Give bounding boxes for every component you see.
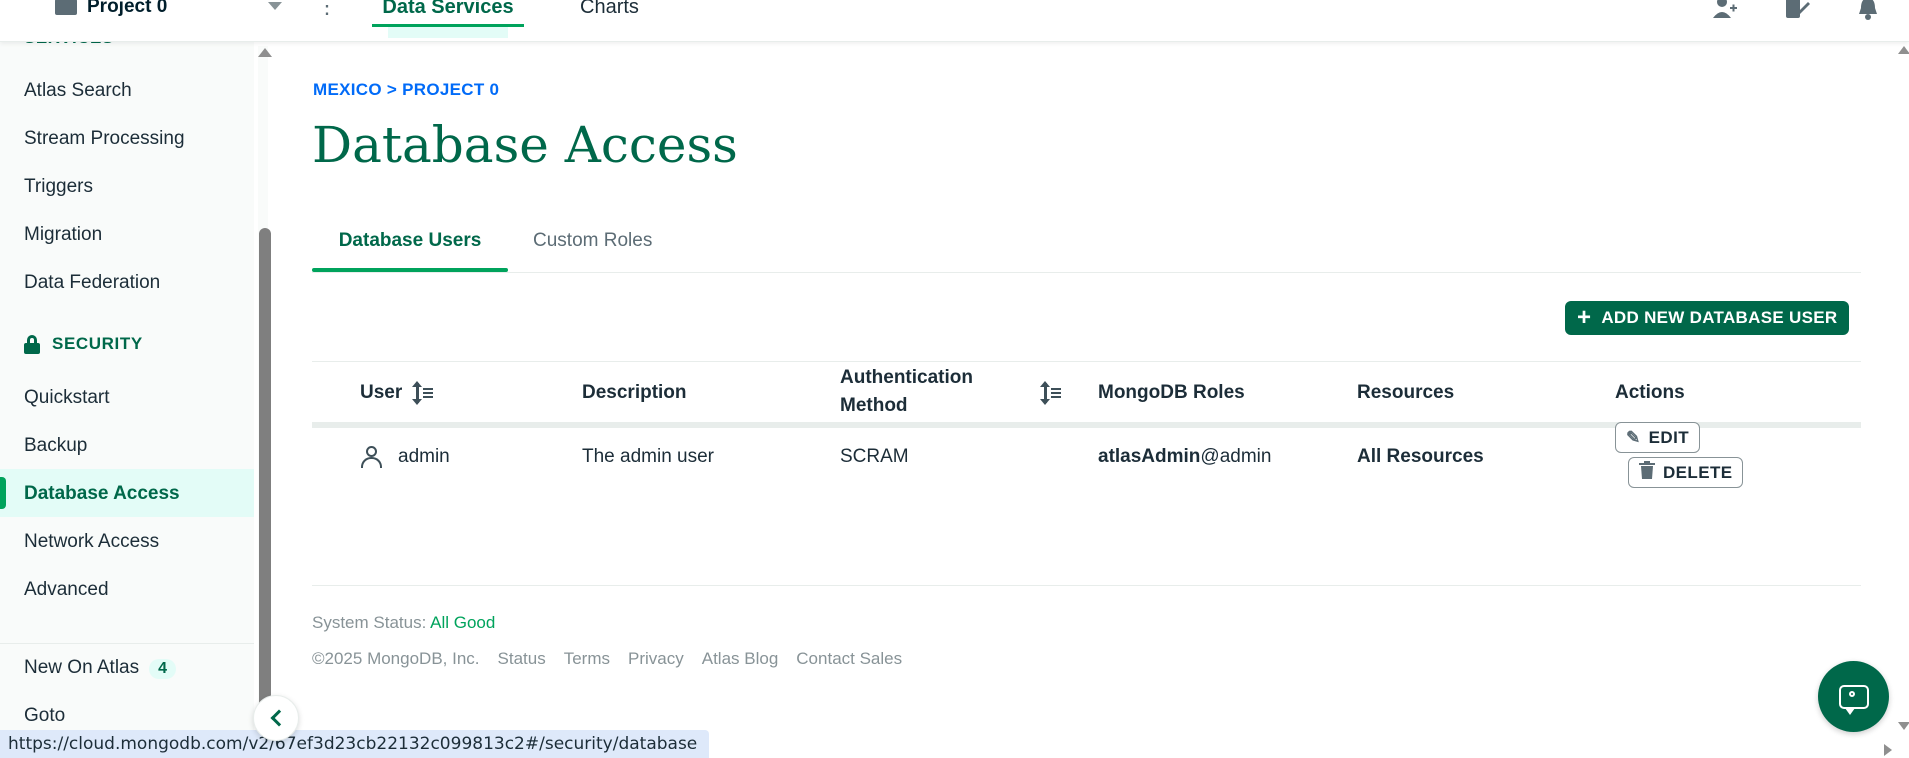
chat-icon (1838, 684, 1869, 715)
cell-auth-method: SCRAM (840, 446, 909, 467)
trash-icon (1639, 461, 1655, 484)
add-new-database-user-label: ADD NEW DATABASE USER (1601, 308, 1838, 327)
cell-description: The admin user (582, 446, 715, 467)
column-header-auth-method: Authentication Method (840, 367, 973, 416)
system-status: System Status: All Good (312, 613, 496, 632)
page-title: Database Access (312, 116, 738, 174)
sidebar-item-migration[interactable]: Migration (24, 224, 102, 246)
cell-resources: All Resources (1357, 446, 1484, 467)
collapse-sidebar-button[interactable] (253, 695, 299, 741)
edit-label: EDIT (1648, 427, 1689, 447)
add-new-database-user-button[interactable]: + ADD NEW DATABASE USER (1565, 301, 1850, 335)
footer-divider (312, 585, 1861, 586)
delete-label: DELETE (1663, 462, 1733, 482)
page-scroll-up-icon[interactable] (1898, 46, 1909, 54)
bell-icon[interactable] (1855, 0, 1881, 22)
sidebar-scrollbar-thumb[interactable] (259, 228, 271, 733)
user-icon (360, 446, 384, 468)
column-header-user: User (360, 382, 403, 403)
column-header-resources: Resources (1357, 382, 1455, 403)
chat-support-button[interactable] (1818, 661, 1889, 732)
new-on-atlas-label: New On Atlas (24, 657, 140, 678)
nav-tab-charts[interactable]: Charts (580, 0, 639, 19)
tabs-divider (312, 272, 1861, 273)
invite-user-icon[interactable] (1712, 0, 1738, 22)
sort-icon[interactable] (412, 381, 434, 405)
footer-links: ©2025 MongoDB, Inc. Status Terms Privacy… (312, 649, 902, 669)
sidebar-item-new-on-atlas[interactable]: New On Atlas 4 (24, 657, 177, 679)
footer-link-privacy[interactable]: Privacy (628, 649, 684, 669)
sidebar-active-indicator (0, 477, 6, 509)
footer-link-atlas-blog[interactable]: Atlas Blog (702, 649, 779, 669)
activity-feed-icon[interactable] (1784, 0, 1810, 22)
new-on-atlas-count-badge: 4 (149, 659, 177, 679)
scroll-up-arrow-icon[interactable] (258, 48, 272, 57)
column-header-mongodb-roles: MongoDB Roles (1098, 382, 1245, 403)
plus-icon: + (1577, 304, 1592, 331)
sidebar-item-database-access[interactable]: Database Access (24, 483, 180, 505)
sidebar-item-advanced[interactable]: Advanced (24, 579, 109, 601)
table-top-border (312, 361, 1861, 362)
page-scroll-right-icon[interactable] (1884, 744, 1892, 756)
folder-icon (55, 0, 77, 15)
sidebar-section-security: SECURITY (24, 334, 143, 354)
sidebar-divider (0, 643, 254, 644)
tab-database-users[interactable]: Database Users (312, 230, 508, 272)
footer-link-contact-sales[interactable]: Contact Sales (796, 649, 902, 669)
top-navigation-bar: Project 0 ⋮ Data Services Charts (0, 0, 1909, 42)
sidebar-item-stream-processing[interactable]: Stream Processing (24, 128, 185, 150)
project-selector[interactable]: Project 0 (55, 0, 167, 18)
page-scroll-down-icon[interactable] (1898, 722, 1909, 730)
cell-user: admin (398, 446, 450, 467)
sidebar-item-quickstart[interactable]: Quickstart (24, 387, 110, 409)
sort-icon[interactable] (1040, 381, 1062, 405)
column-header-description: Description (582, 382, 687, 403)
sidebar-item-data-federation[interactable]: Data Federation (24, 272, 160, 294)
chevron-left-icon (270, 709, 287, 727)
project-name: Project 0 (87, 0, 168, 17)
footer-link-terms[interactable]: Terms (564, 649, 610, 669)
security-section-label: SECURITY (52, 334, 143, 353)
more-options-icon[interactable]: ⋮ (316, 0, 338, 17)
cell-mongodb-roles: atlasAdmin@admin (1098, 446, 1272, 467)
delete-button[interactable]: DELETE (1628, 457, 1744, 488)
lock-icon (24, 334, 40, 354)
breadcrumb[interactable]: MEXICO > PROJECT 0 (313, 80, 499, 100)
tab-custom-roles[interactable]: Custom Roles (533, 230, 652, 252)
status-bar-url: https://cloud.mongodb.com/v2/67ef3d23cb2… (0, 730, 710, 758)
sidebar-item-backup[interactable]: Backup (24, 435, 87, 457)
copyright-text: ©2025 MongoDB, Inc. (312, 649, 480, 668)
edit-button[interactable]: ✎ EDIT (1615, 422, 1700, 453)
sidebar-item-atlas-search[interactable]: Atlas Search (24, 80, 132, 102)
sidebar-item-goto[interactable]: Goto (24, 705, 65, 727)
sidebar-item-triggers[interactable]: Triggers (24, 176, 93, 198)
sidebar-item-network-access[interactable]: Network Access (24, 531, 159, 553)
footer-link-status[interactable]: Status (498, 649, 546, 669)
column-header-actions: Actions (1615, 382, 1685, 403)
nav-tab-data-services[interactable]: Data Services (372, 0, 524, 38)
system-status-value[interactable]: All Good (430, 613, 495, 632)
chevron-down-icon[interactable] (268, 2, 282, 10)
pencil-icon: ✎ (1626, 427, 1641, 447)
